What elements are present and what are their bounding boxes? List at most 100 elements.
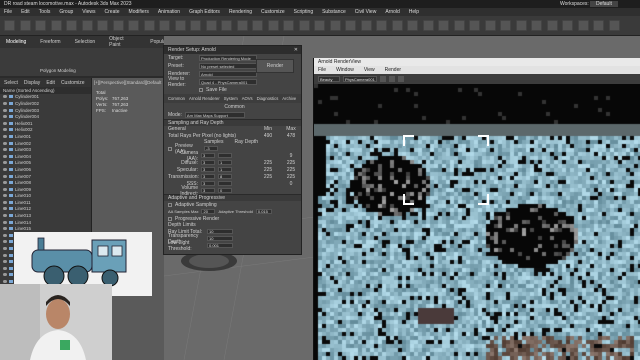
toolbar-icon[interactable] [469, 20, 480, 31]
renderview-menu-item[interactable]: Render [385, 67, 401, 73]
list-item[interactable]: Cylinder004 [0, 113, 91, 120]
toolbar-icon[interactable] [252, 20, 263, 31]
ribbon-tab[interactable]: Modeling [6, 39, 26, 45]
eye-icon[interactable] [3, 128, 7, 132]
render-setup-tab[interactable]: AOVs [242, 96, 253, 101]
toolbar-icon[interactable] [66, 20, 77, 31]
adaptive-section-header[interactable]: Adaptive and Progressive [164, 194, 301, 201]
eye-icon[interactable] [3, 273, 7, 277]
toolbar-icon[interactable] [112, 20, 124, 31]
menu-item[interactable]: Graph Editors [189, 9, 220, 15]
samples-input[interactable]: 3 [201, 153, 215, 158]
eye-icon[interactable] [3, 214, 7, 218]
field-select[interactable]: No preset selected [199, 63, 257, 69]
render-region-marker[interactable] [403, 135, 489, 205]
eye-icon[interactable] [3, 108, 7, 112]
explorer-tab[interactable]: Customize [61, 80, 85, 86]
render-setup-tab[interactable]: System [224, 96, 238, 101]
render-setup-tab[interactable]: Common [168, 96, 185, 101]
toolbar-icon[interactable] [577, 20, 589, 31]
progressive-checkbox[interactable] [168, 216, 172, 221]
toolbar-icon[interactable] [531, 20, 542, 31]
eye-icon[interactable] [3, 200, 7, 204]
eye-icon[interactable] [3, 101, 7, 105]
renderview-menu-item[interactable]: File [318, 67, 326, 73]
menu-item[interactable]: Group [59, 9, 73, 15]
raydepth-input[interactable]: 1 [218, 167, 232, 172]
renderview-menu-item[interactable]: View [364, 67, 375, 73]
play-icon[interactable] [380, 76, 386, 82]
list-item[interactable]: Cylinder003 [0, 107, 91, 114]
eye-icon[interactable] [3, 220, 7, 224]
toolbar-icon[interactable] [174, 20, 186, 31]
eye-icon[interactable] [3, 240, 7, 244]
adaptive-threshold-input[interactable]: 0.015 [255, 209, 272, 214]
toolbar-icon[interactable] [50, 20, 62, 31]
toolbar-icon[interactable] [546, 20, 558, 31]
field-select[interactable]: Production Rendering Mode [199, 55, 257, 61]
list-item[interactable]: Line013 [0, 212, 91, 219]
ribbon-tab[interactable]: Freeform [40, 39, 60, 45]
camera-select[interactable]: PhysCamera001 [343, 76, 377, 82]
eye-icon[interactable] [3, 167, 7, 171]
toolbar-icon[interactable] [221, 20, 232, 31]
menu-item[interactable]: Scripting [294, 9, 313, 15]
raydepth-input[interactable] [218, 181, 232, 186]
menu-item[interactable]: Modifiers [129, 9, 149, 15]
menu-item[interactable]: File [4, 9, 12, 15]
list-item[interactable]: Line012 [0, 206, 91, 213]
menu-item[interactable]: Civil View [355, 9, 377, 15]
toolbar-icon[interactable] [143, 20, 155, 31]
refresh-icon[interactable] [398, 76, 404, 82]
toolbar-icon[interactable] [407, 20, 418, 31]
list-item[interactable]: Line005 [0, 160, 91, 167]
list-item[interactable]: Line010 [0, 193, 91, 200]
toolbar-icon[interactable] [329, 20, 341, 31]
raydepth-input[interactable]: 8 [218, 174, 232, 179]
toolbar-icon[interactable] [453, 20, 465, 31]
eye-icon[interactable] [3, 194, 7, 198]
ribbon-tab[interactable]: Object Paint [109, 36, 136, 48]
preview-input[interactable]: -3 [204, 146, 218, 151]
eye-icon[interactable] [3, 233, 7, 237]
eye-icon[interactable] [3, 280, 7, 284]
list-item[interactable]: Line008 [0, 179, 91, 186]
menu-item[interactable]: Edit [21, 9, 30, 15]
field-select[interactable]: Arnold [199, 71, 257, 77]
explorer-tab[interactable]: Edit [46, 80, 55, 86]
toolbar-icon[interactable] [190, 20, 201, 31]
render-setup-tab[interactable]: Diagnostics [257, 96, 279, 101]
toolbar-icon[interactable] [35, 20, 46, 31]
toolbar-icon[interactable] [360, 20, 372, 31]
list-item[interactable]: Line014 [0, 219, 91, 226]
list-item[interactable]: Line004 [0, 153, 91, 160]
stop-icon[interactable] [389, 76, 395, 82]
toolbar-icon[interactable] [97, 20, 108, 31]
transparency-input[interactable]: 10 [207, 236, 233, 241]
toolbar-icon[interactable] [298, 20, 310, 31]
explorer-header[interactable]: Name (Sorted Ascending) [0, 87, 91, 94]
eye-icon[interactable] [3, 134, 7, 138]
menu-item[interactable]: Help [409, 9, 419, 15]
render-setup-titlebar[interactable]: Render Setup: Arnold ✕ [164, 46, 301, 54]
menu-item[interactable]: Customize [261, 9, 285, 15]
list-item[interactable]: Cylinder001 [0, 94, 91, 101]
mode-select[interactable]: Arn Max Maps Support [184, 112, 245, 118]
renderview-menu-item[interactable]: Window [336, 67, 354, 73]
render-button[interactable]: Render [256, 59, 294, 73]
toolbar-icon[interactable] [345, 20, 356, 31]
toolbar-icon[interactable] [4, 20, 15, 31]
render-image[interactable] [314, 84, 640, 360]
toolbar-icon[interactable] [128, 20, 139, 31]
aa-max-input[interactable]: 20 [201, 209, 216, 214]
eye-icon[interactable] [3, 253, 7, 257]
toolbar-icon[interactable] [81, 20, 93, 31]
samples-input[interactable]: 3 [201, 160, 215, 165]
renderview-titlebar[interactable]: Arnold RenderView [314, 58, 640, 66]
list-item[interactable]: Line007 [0, 173, 91, 180]
eye-icon[interactable] [3, 121, 7, 125]
eye-icon[interactable] [3, 174, 7, 178]
samples-input[interactable]: 3 [201, 188, 215, 193]
sampling-section-header[interactable]: Sampling and Ray Depth [164, 119, 301, 126]
samples-input[interactable]: 3 [201, 174, 215, 179]
